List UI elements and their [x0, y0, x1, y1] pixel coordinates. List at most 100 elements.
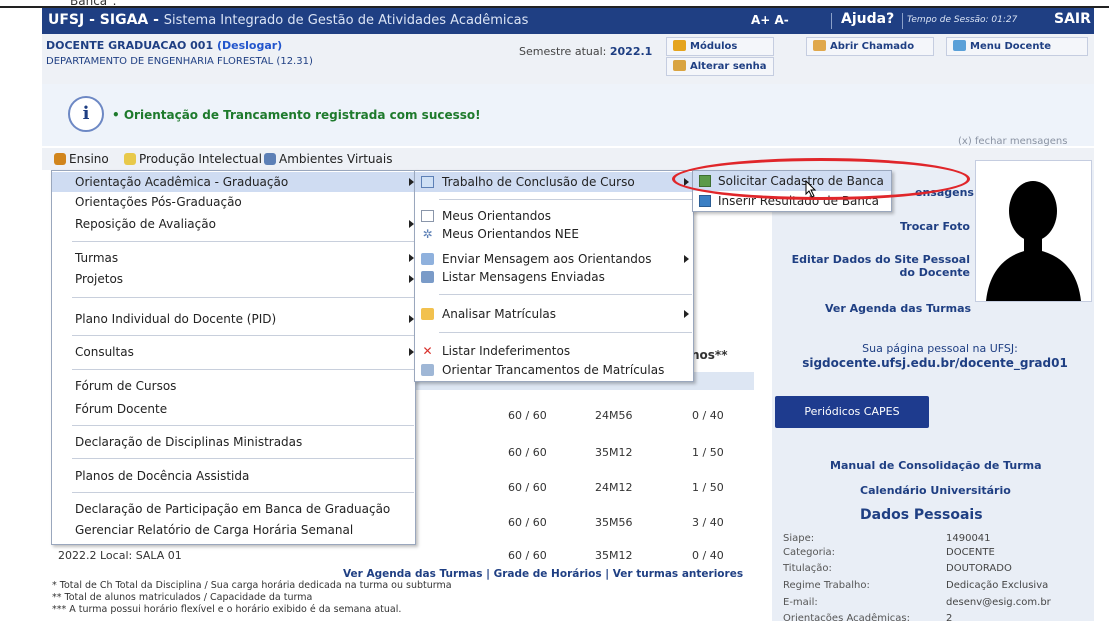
menu-item-forum-cursos[interactable]: Fórum de Cursos — [52, 376, 415, 396]
mouse-cursor-icon — [805, 180, 817, 198]
app-title: UFSJ - SIGAA - Sistema Integrado de Gest… — [48, 12, 528, 28]
manual-link[interactable]: Manual de Consolidação de Turma — [830, 459, 1042, 472]
menu-item-orientacao-graduacao[interactable]: Orientação Acadêmica - Graduação — [52, 172, 415, 192]
close-messages-link[interactable]: (x) fechar mensagens — [958, 136, 1067, 147]
ambientes-icon — [264, 153, 276, 165]
form-icon — [699, 195, 711, 207]
menu-separator — [72, 335, 414, 336]
teacher-menu-button[interactable]: Menu Docente — [946, 37, 1088, 56]
row-alunos: 1 / 50 — [692, 481, 724, 494]
personal-page-url[interactable]: sigdocente.ufsj.edu.br/docente_grad01 — [785, 356, 1085, 370]
list-icon — [421, 210, 434, 222]
menu-item-orientandos-nee[interactable]: ✲ Meus Orientandos NEE — [415, 224, 693, 244]
row-ch: 60 / 60 — [508, 409, 547, 422]
system-subtitle: Sistema Integrado de Gestão de Atividade… — [163, 13, 529, 28]
menu-item-analisar-matriculas[interactable]: Analisar Matrículas — [415, 304, 693, 324]
menu-item-label: Orientação Acadêmica - Graduação — [75, 175, 289, 189]
department: DEPARTAMENTO DE ENGENHARIA FLORESTAL (12… — [46, 56, 313, 67]
calendar-link[interactable]: Calendário Universitário — [860, 484, 1011, 497]
field-value: Dedicação Exclusiva — [946, 580, 1049, 591]
font-size-controls[interactable]: A+ A- — [751, 13, 789, 27]
row-alunos: 3 / 40 — [692, 516, 724, 529]
success-message: • Orientação de Trancamento registrada c… — [112, 108, 481, 122]
field-label: Regime Trabalho: — [783, 580, 870, 591]
footnote: *** A turma possui horário flexível e o … — [52, 604, 402, 615]
menu-item-pid[interactable]: Plano Individual do Docente (PID) — [52, 309, 415, 329]
menu-separator — [72, 369, 414, 370]
menu-item-tcc[interactable]: Trabalho de Conclusão de Curso — [415, 172, 693, 192]
menu-ensino[interactable]: Ensino — [54, 152, 109, 166]
help-link[interactable]: Ajuda? — [841, 11, 894, 27]
send-message-icon — [421, 253, 434, 265]
menu-item-relatorio-carga[interactable]: Gerenciar Relatório de Carga Horária Sem… — [52, 520, 415, 540]
row-ch: 60 / 60 — [508, 446, 547, 459]
key-icon — [673, 60, 686, 71]
semester-value: 2022.1 — [609, 45, 653, 58]
row-horario: 24M12 — [595, 481, 633, 494]
user-name-text: DOCENTE GRADUACAO 001 — [46, 39, 214, 52]
menu-item-docencia-assistida[interactable]: Planos de Docência Assistida — [52, 466, 415, 486]
row-ch: 60 / 60 — [508, 549, 547, 562]
capes-button[interactable]: Periódicos CAPES — [775, 396, 929, 428]
arrows-icon — [953, 40, 966, 51]
field-label: Orientações Acadêmicas: — [783, 613, 910, 621]
field-label: E-mail: — [783, 597, 818, 608]
personal-page-label: Sua página pessoal na UFSJ: — [862, 342, 1018, 355]
menu-item-label: Listar Indeferimentos — [442, 344, 571, 358]
deslogar-link[interactable]: (Deslogar) — [217, 39, 282, 52]
menu-item-enviar-mensagem[interactable]: Enviar Mensagem aos Orientandos — [415, 249, 693, 269]
menu-item-reposicao-avaliacao[interactable]: Reposição de Avaliação — [52, 214, 415, 234]
user-info-bar: DOCENTE GRADUACAO 001 (Deslogar) DEPARTA… — [42, 34, 1094, 85]
messages-list-icon — [421, 271, 434, 283]
menu-item-declaracao-disciplinas[interactable]: Declaração de Disciplinas Ministradas — [52, 432, 415, 452]
menu-item-consultas[interactable]: Consultas — [52, 342, 415, 362]
field-value: DOUTORADO — [946, 563, 1012, 574]
x-icon: ✕ — [422, 344, 433, 358]
edit-site-link[interactable]: Editar Dados do Site Pessoal do Docente — [780, 253, 970, 279]
menu-item-listar-indeferimentos[interactable]: ✕ Listar Indeferimentos — [415, 341, 693, 361]
ensino-icon — [54, 153, 66, 165]
menu-separator — [72, 241, 414, 242]
menu-item-label: Listar Mensagens Enviadas — [442, 270, 605, 284]
menu-ambientes-label: Ambientes Virtuais — [279, 152, 393, 166]
info-icon: i — [68, 96, 104, 132]
menu-item-orientacoes-pos[interactable]: Orientações Pós-Graduação — [52, 192, 415, 212]
menu-item-turmas[interactable]: Turmas — [52, 248, 415, 268]
ensino-dropdown: Orientação Acadêmica - Graduação Orienta… — [51, 170, 416, 545]
menu-item-projetos[interactable]: Projetos — [52, 269, 415, 289]
submenu-arrow-icon — [684, 255, 689, 263]
menu-item-listar-mensagens[interactable]: Listar Mensagens Enviadas — [415, 267, 693, 287]
teacher-menu-label: Menu Docente — [970, 41, 1052, 52]
menu-producao-label: Produção Intelectual — [139, 152, 262, 166]
menu-item-label: Analisar Matrículas — [442, 307, 557, 321]
menu-item-label: Consultas — [75, 345, 134, 359]
open-ticket-button[interactable]: Abrir Chamado — [806, 37, 934, 56]
menu-item-label: Fórum Docente — [75, 402, 168, 416]
menu-item-meus-orientandos[interactable]: Meus Orientandos — [415, 206, 693, 226]
field-value: 1490041 — [946, 533, 991, 544]
menu-item-label: Turmas — [75, 251, 119, 265]
menu-item-forum-docente[interactable]: Fórum Docente — [52, 399, 415, 419]
header-separator — [902, 13, 903, 29]
menu-item-label: Orientações Pós-Graduação — [75, 195, 242, 209]
logout-button[interactable]: SAIR — [1054, 11, 1091, 27]
menu-item-label: Reposição de Avaliação — [75, 217, 216, 231]
menu-item-label: Planos de Docência Assistida — [75, 469, 250, 483]
session-timer: Tempo de Sessão: 01:27 — [907, 15, 1018, 25]
agenda-link[interactable]: Ver Agenda das Turmas — [825, 302, 971, 315]
profile-photo — [975, 160, 1092, 302]
table-links[interactable]: Ver Agenda das Turmas | Grade de Horário… — [343, 568, 743, 580]
menu-separator — [72, 425, 414, 426]
header-separator — [831, 13, 832, 29]
change-password-button[interactable]: Alterar senha — [666, 57, 774, 76]
table-header-alunos: nos** — [691, 348, 728, 362]
menu-ambientes-virtuais[interactable]: Ambientes Virtuais — [264, 152, 392, 166]
menu-producao-intelectual[interactable]: Produção Intelectual — [124, 152, 262, 166]
modules-button[interactable]: Módulos — [666, 37, 774, 56]
ticket-icon — [813, 40, 826, 51]
change-photo-link[interactable]: Trocar Foto — [900, 220, 970, 233]
menu-item-orientar-trancamentos[interactable]: Orientar Trancamentos de Matrículas — [415, 360, 693, 380]
current-semester: Semestre atual: 2022.1 — [519, 45, 652, 58]
menu-item-declaracao-banca[interactable]: Declaração de Participação em Banca de G… — [52, 499, 415, 519]
producao-icon — [124, 153, 136, 165]
